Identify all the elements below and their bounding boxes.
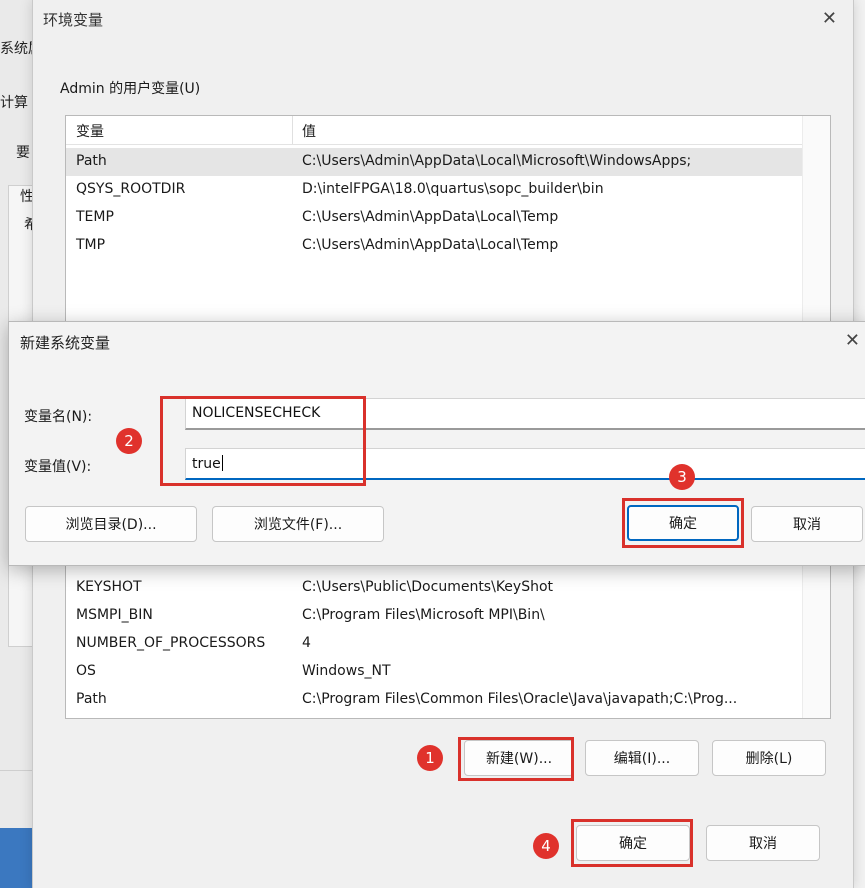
- table-row[interactable]: OS Windows_NT: [66, 658, 803, 686]
- variable-name: MSMPI_BIN: [76, 607, 153, 623]
- table-row[interactable]: TEMP C:\Users\Admin\AppData\Local\Temp: [66, 204, 803, 232]
- dialog-title: 环境变量: [43, 11, 104, 29]
- variable-name: OS: [76, 663, 96, 679]
- system-variables-list[interactable]: KEYSHOT C:\Users\Public\Documents\KeySho…: [65, 545, 831, 719]
- close-icon[interactable]: ✕: [822, 8, 837, 29]
- delete-variable-button[interactable]: 删除(L): [712, 740, 826, 776]
- vertical-scrollbar[interactable]: [802, 116, 830, 341]
- variable-value-value: true: [192, 456, 221, 472]
- close-icon[interactable]: ✕: [845, 330, 860, 351]
- variable-value: Windows_NT: [302, 663, 391, 679]
- table-row[interactable]: Path C:\Users\Admin\AppData\Local\Micros…: [66, 148, 803, 176]
- variable-value-input[interactable]: true: [185, 448, 865, 480]
- edit-variable-button[interactable]: 编辑(I)...: [585, 740, 699, 776]
- variable-name: Path: [76, 691, 107, 707]
- bg-tab-fragment: 计算: [0, 95, 28, 111]
- step-badge: 1: [417, 745, 443, 771]
- variable-name: TEMP: [76, 209, 114, 225]
- column-divider: [292, 116, 293, 144]
- vertical-scrollbar[interactable]: [802, 546, 830, 718]
- variable-name: Path: [76, 153, 107, 169]
- variable-value: C:\Users\Admin\AppData\Local\Microsoft\W…: [302, 153, 692, 169]
- text-caret: [221, 455, 223, 471]
- step-badge: 3: [669, 464, 695, 490]
- variable-name: KEYSHOT: [76, 579, 142, 595]
- new-variable-button[interactable]: 新建(W)...: [464, 740, 574, 776]
- browse-file-button[interactable]: 浏览文件(F)...: [212, 506, 384, 542]
- table-row[interactable]: KEYSHOT C:\Users\Public\Documents\KeySho…: [66, 574, 803, 602]
- list-header: 变量 值: [66, 116, 803, 145]
- step-badge: 2: [116, 428, 142, 454]
- variable-value: C:\Users\Public\Documents\KeyShot: [302, 579, 554, 595]
- variable-name-value: NOLICENSECHECK: [192, 405, 321, 421]
- browse-directory-button[interactable]: 浏览目录(D)...: [25, 506, 197, 542]
- variable-value: D:\intelFPGA\18.0\quartus\sopc_builder\b…: [302, 181, 604, 197]
- cancel-button[interactable]: 取消: [706, 825, 820, 861]
- table-row[interactable]: QSYS_ROOTDIR D:\intelFPGA\18.0\quartus\s…: [66, 176, 803, 204]
- variable-value: 4: [302, 635, 311, 651]
- variable-name: QSYS_ROOTDIR: [76, 181, 186, 197]
- variable-name-label: 变量名(N):: [24, 409, 93, 425]
- variable-value-label: 变量值(V):: [24, 459, 92, 475]
- bg-taskbar-strip: [0, 828, 32, 888]
- bg-divider: [0, 770, 32, 771]
- variable-name: NUMBER_OF_PROCESSORS: [76, 635, 266, 651]
- variable-name-input[interactable]: NOLICENSECHECK: [185, 398, 865, 430]
- variable-value: C:\Program Files\Microsoft MPI\Bin\: [302, 607, 545, 623]
- variable-value: C:\Program Files\Common Files\Oracle\Jav…: [302, 691, 738, 707]
- user-variables-list[interactable]: 变量 值 Path C:\Users\Admin\AppData\Local\M…: [65, 115, 831, 342]
- ok-button[interactable]: 确定: [627, 505, 739, 541]
- dialog-title: 新建系统变量: [20, 334, 111, 352]
- step-badge: 4: [533, 833, 559, 859]
- table-row[interactable]: Path C:\Program Files\Common Files\Oracl…: [66, 686, 803, 714]
- bg-text-fragment: 要: [16, 145, 30, 161]
- table-row[interactable]: MSMPI_BIN C:\Program Files\Microsoft MPI…: [66, 602, 803, 630]
- table-row[interactable]: TMP C:\Users\Admin\AppData\Local\Temp: [66, 232, 803, 260]
- variable-value: C:\Users\Admin\AppData\Local\Temp: [302, 237, 559, 253]
- cancel-button[interactable]: 取消: [751, 506, 863, 542]
- variable-name: TMP: [76, 237, 106, 253]
- column-header-value[interactable]: 值: [302, 121, 316, 141]
- ok-button[interactable]: 确定: [576, 825, 690, 861]
- table-row[interactable]: NUMBER_OF_PROCESSORS 4: [66, 630, 803, 658]
- user-variables-group-label: Admin 的用户变量(U): [60, 81, 201, 97]
- variable-value: C:\Users\Admin\AppData\Local\Temp: [302, 209, 559, 225]
- column-header-variable[interactable]: 变量: [76, 121, 104, 141]
